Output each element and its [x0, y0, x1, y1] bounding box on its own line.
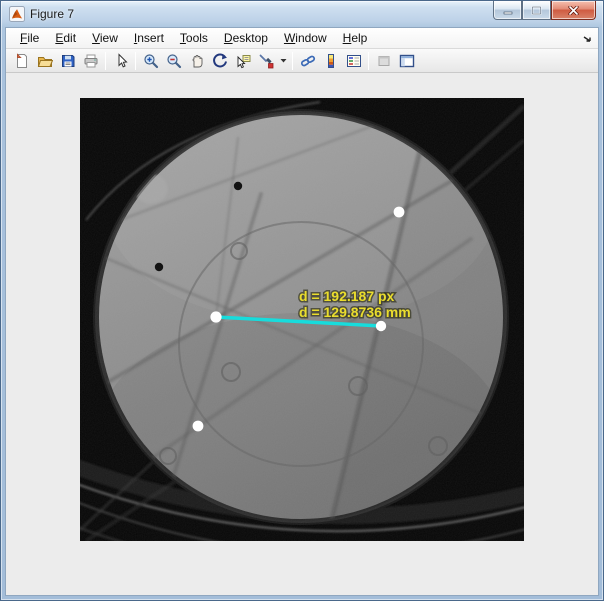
show-plot-tools-icon [399, 53, 415, 69]
maximize-icon [531, 6, 542, 15]
link-plot-button[interactable] [296, 50, 319, 72]
figure-toolbar [6, 49, 598, 73]
minimize-button[interactable] [493, 1, 522, 20]
colorbar-icon [323, 53, 339, 69]
menu-file[interactable]: File [12, 29, 47, 47]
toolbar-separator [135, 52, 136, 70]
menu-tools[interactable]: Tools [172, 29, 216, 47]
figure-canvas[interactable]: d = 192.187 px d = 129.8736 mm [6, 73, 598, 595]
rotate-3d-icon [212, 53, 228, 69]
menu-view[interactable]: View [84, 29, 126, 47]
toolbar-separator [105, 52, 106, 70]
edit-plot-arrow-icon [113, 53, 129, 69]
ct-image[interactable]: d = 192.187 px d = 129.8736 mm [80, 98, 524, 541]
close-icon [568, 6, 579, 15]
print-figure-button[interactable] [79, 50, 102, 72]
rotate-3d-button[interactable] [208, 50, 231, 72]
menu-help[interactable]: Help [335, 29, 376, 47]
open-file-button[interactable] [33, 50, 56, 72]
figure-window: Figure 7 File Edit View Insert [0, 0, 604, 601]
zoom-out-icon [166, 53, 182, 69]
menu-desktop[interactable]: Desktop [216, 29, 276, 47]
open-file-icon [37, 53, 53, 69]
zoom-in-button[interactable] [139, 50, 162, 72]
brush-dropdown-button[interactable] [277, 50, 289, 72]
toolbar-separator [368, 52, 369, 70]
figure-client-area: File Edit View Insert Tools Desktop Wind… [5, 27, 599, 596]
pan-hand-icon [189, 53, 205, 69]
maximize-button[interactable] [522, 1, 551, 20]
matlab-logo-icon [9, 6, 25, 22]
data-cursor-button[interactable] [231, 50, 254, 72]
link-chain-icon [300, 53, 316, 69]
window-controls [493, 1, 596, 20]
menu-insert[interactable]: Insert [126, 29, 172, 47]
data-cursor-icon [235, 53, 251, 69]
insert-legend-button[interactable] [342, 50, 365, 72]
brush-data-button[interactable] [254, 50, 277, 72]
print-icon [83, 53, 99, 69]
menu-edit[interactable]: Edit [47, 29, 84, 47]
insert-colorbar-button[interactable] [319, 50, 342, 72]
minimize-icon [503, 6, 513, 15]
menu-window[interactable]: Window [276, 29, 335, 47]
distance-label-px: d = 192.187 px [299, 288, 395, 304]
zoom-out-button[interactable] [162, 50, 185, 72]
new-figure-button[interactable] [10, 50, 33, 72]
save-icon [60, 53, 76, 69]
measurement-endpoint-left[interactable] [210, 311, 221, 322]
menubar-overflow-arrow-icon[interactable] [583, 31, 593, 49]
legend-icon [346, 53, 362, 69]
measurement-endpoint-right[interactable] [376, 321, 386, 331]
new-figure-icon [14, 53, 30, 69]
show-plot-tools-button[interactable] [395, 50, 418, 72]
toolbar-separator [292, 52, 293, 70]
pan-button[interactable] [185, 50, 208, 72]
window-title: Figure 7 [30, 7, 74, 21]
menu-bar: File Edit View Insert Tools Desktop Wind… [6, 28, 598, 49]
distance-label-mm: d = 129.8736 mm [299, 304, 411, 320]
save-figure-button[interactable] [56, 50, 79, 72]
edit-plot-button[interactable] [109, 50, 132, 72]
chevron-down-icon [280, 58, 287, 63]
hide-plot-tools-icon [376, 53, 392, 69]
brush-icon [258, 53, 274, 69]
close-button[interactable] [551, 1, 596, 20]
zoom-in-icon [143, 53, 159, 69]
hide-plot-tools-button[interactable] [372, 50, 395, 72]
